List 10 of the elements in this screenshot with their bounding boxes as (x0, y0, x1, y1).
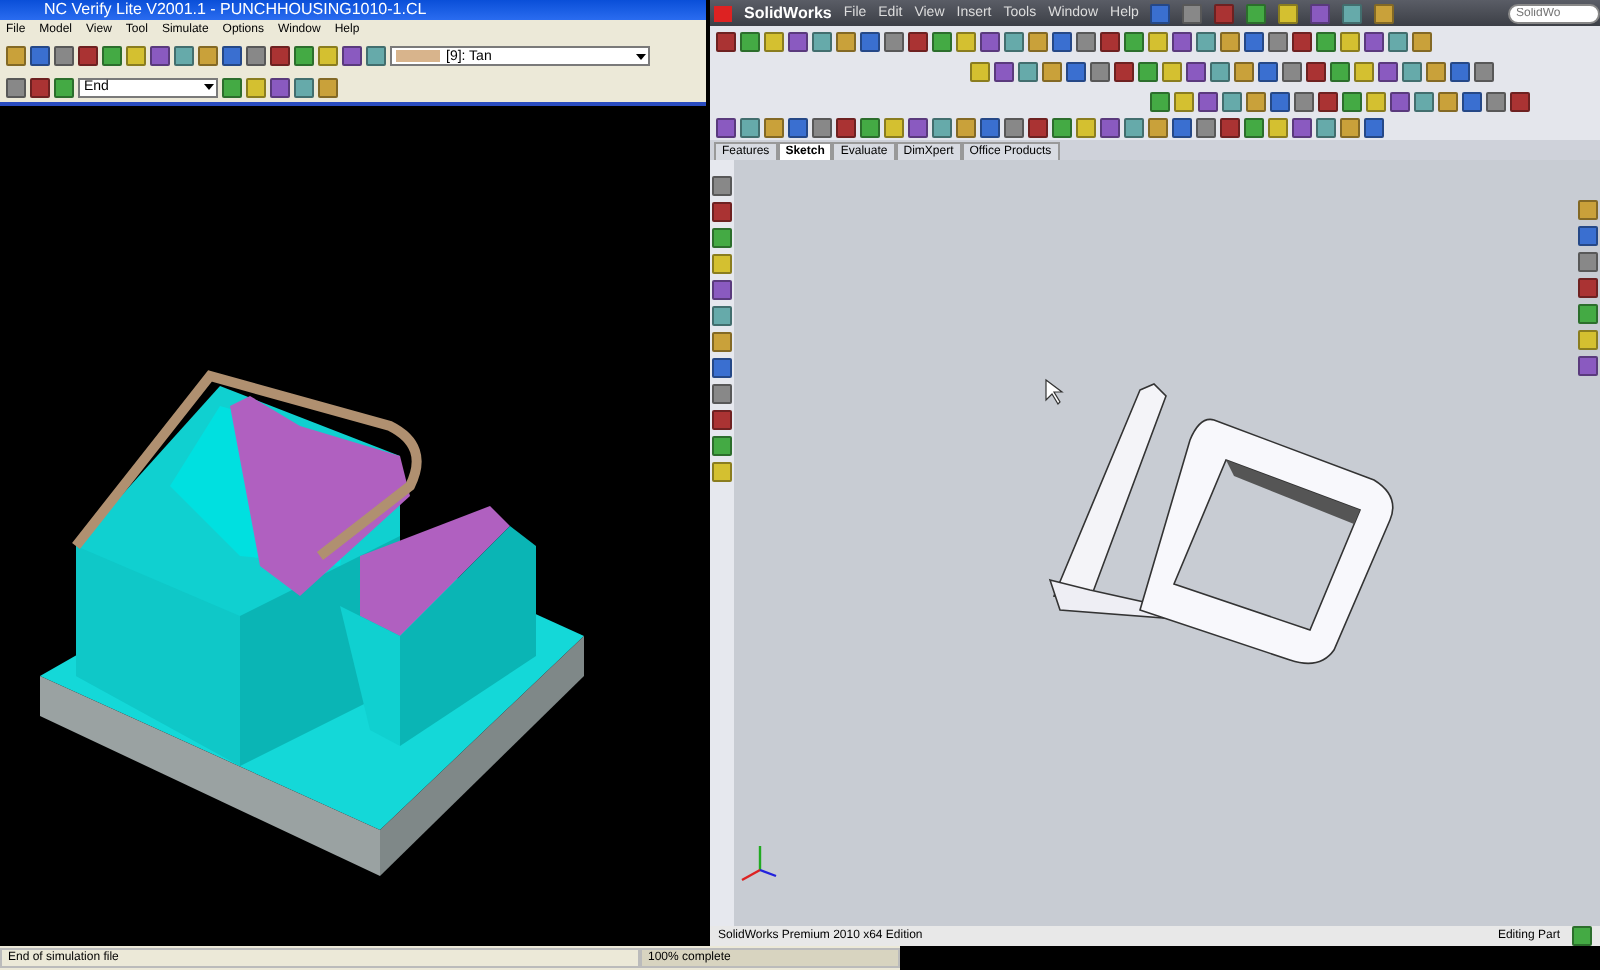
caret-icon (634, 49, 648, 63)
window-title: NC Verify Lite V2001.1 - PUNCHHOUSING1010-1.CL (0, 0, 706, 20)
logo-icon (714, 5, 732, 21)
toolbar-icon[interactable] (1278, 3, 1299, 23)
color-swatch (396, 50, 440, 62)
axis-triad-icon (741, 846, 777, 882)
caret-icon (202, 80, 216, 94)
rebuild-icon[interactable] (1572, 926, 1592, 946)
cursor-icon (1045, 378, 1064, 405)
app-name: SolidWorks (744, 4, 832, 22)
